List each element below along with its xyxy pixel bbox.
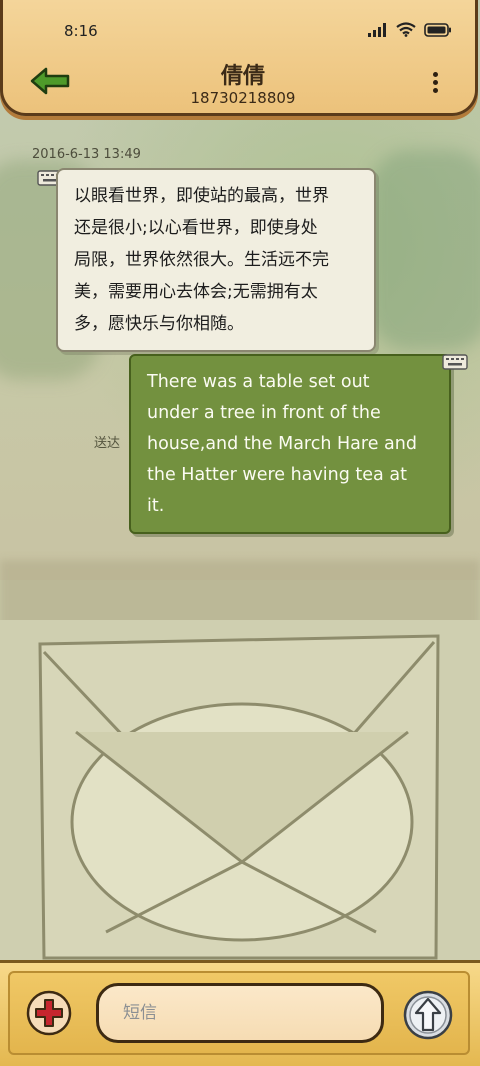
envelope-illustration [38,634,440,960]
signal-icon [368,22,386,37]
battery-icon [424,22,451,37]
incoming-message-bubble[interactable]: 以眼看世界，即使站的最高，世界 还是很小;以心看世界，即使身处 局限，世界依然很… [56,168,376,352]
contact-number: 18730218809 [190,89,296,107]
message-line: it. [147,496,165,516]
message-line: There was a table set out [147,372,370,392]
message-line: under a tree in front of the [147,403,381,423]
delivery-status: 送达 [94,436,121,451]
contact-name: 倩倩 [220,64,265,89]
keyboard-icon [442,354,468,370]
outgoing-message-bubble[interactable]: There was a table set out under a tree i… [129,354,451,534]
background-plant-right [370,150,480,350]
message-line: 还是很小;以心看世界，即使身处 [74,218,318,238]
message-line: house,and the March Hare and [147,434,417,454]
message-line: 局限，世界依然很大。生活远不完 [74,250,329,270]
status-time: 8:16 [64,22,98,40]
plus-icon[interactable] [26,990,72,1036]
send-arrow-icon[interactable] [403,990,453,1040]
message-line: 多，愿快乐与你相随。 [74,314,244,334]
message-line: 以眼看世界，即使站的最高，世界 [74,186,329,206]
more-vertical-icon[interactable] [431,72,439,94]
sms-input[interactable] [96,983,384,1043]
wifi-icon [396,22,416,37]
status-bar: 8:16 [0,0,480,56]
message-line: the Hatter were having tea at [147,465,407,485]
status-icons [368,22,452,37]
message-line: 美，需要用心去体会;无需拥有太 [74,282,318,302]
message-timestamp: 2016-6-13 13:49 [32,147,141,162]
